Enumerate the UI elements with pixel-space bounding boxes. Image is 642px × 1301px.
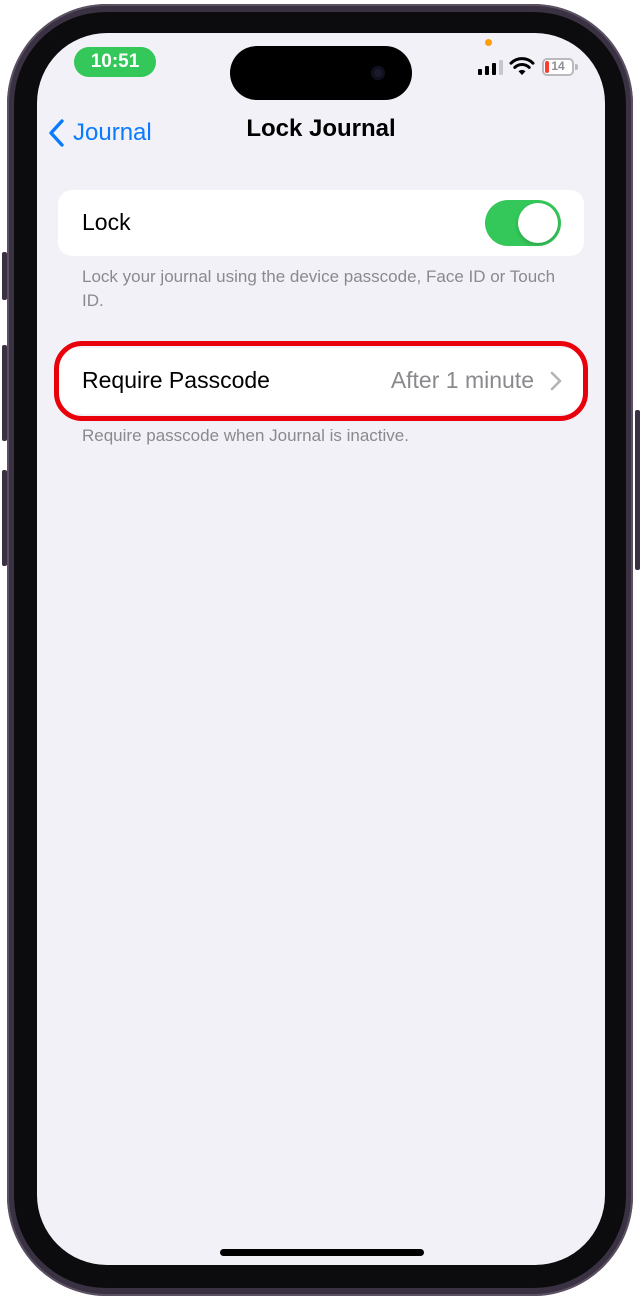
battery-level: 14 — [551, 59, 565, 73]
chevron-right-icon — [550, 371, 562, 391]
signal-icon — [478, 59, 504, 75]
status-time: 10:51 — [74, 47, 156, 77]
battery-cap — [575, 64, 578, 70]
privacy-indicator-dot — [485, 39, 492, 46]
screen: 10:51 14 Journal Lock Journal Lock Lock … — [37, 33, 605, 1265]
volume-up-button — [2, 345, 7, 441]
require-passcode-label: Require Passcode — [82, 367, 270, 393]
passcode-footnote: Require passcode when Journal is inactiv… — [82, 426, 409, 445]
action-button — [2, 252, 7, 300]
require-passcode-value: After 1 minute — [390, 367, 534, 393]
wifi-icon — [509, 57, 535, 75]
page-title: Lock Journal — [246, 115, 396, 142]
require-passcode-row[interactable]: Require Passcode After 1 minute — [58, 348, 584, 414]
lock-toggle[interactable] — [485, 200, 561, 246]
lock-footnote: Lock your journal using the device passc… — [82, 267, 556, 310]
front-camera — [371, 66, 385, 80]
volume-down-button — [2, 470, 7, 566]
dynamic-island — [230, 46, 412, 100]
lock-row: Lock — [58, 190, 584, 256]
lock-label: Lock — [82, 209, 131, 235]
battery-icon: 14 — [542, 58, 574, 76]
power-button — [635, 410, 640, 570]
home-indicator[interactable] — [220, 1249, 424, 1256]
toggle-knob — [518, 203, 558, 243]
